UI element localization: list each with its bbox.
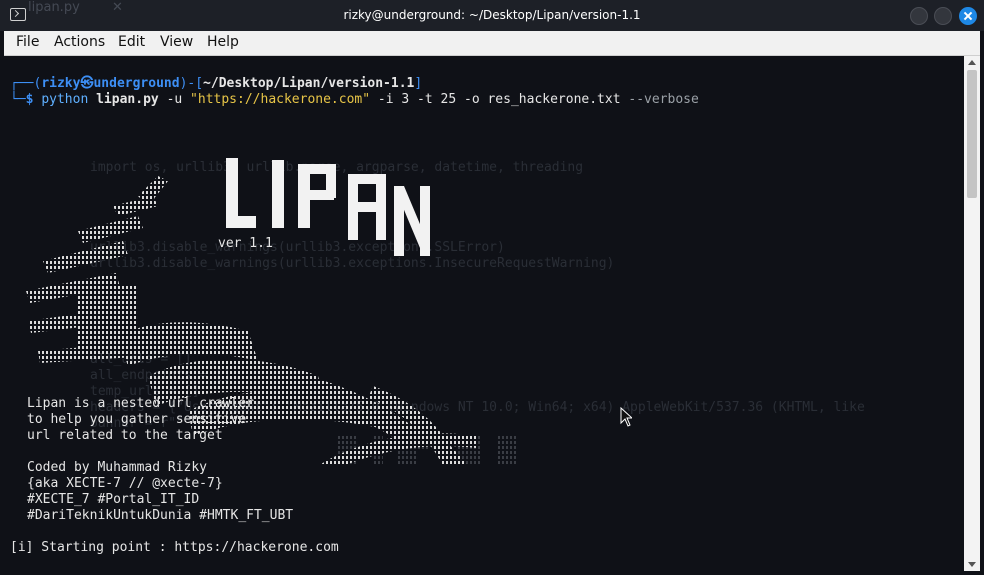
- window-title: rizky@underground: ~/Desktop/Lipan/versi…: [343, 8, 641, 22]
- prompt-dollar: $: [25, 92, 34, 107]
- command-line: └─$ python lipan.py -u "https://hackeron…: [10, 92, 699, 108]
- alias-line: {aka XECTE-7 // @xecte-7}: [27, 476, 223, 491]
- close-button[interactable]: [959, 7, 977, 25]
- menu-actions[interactable]: Actions: [50, 34, 109, 50]
- prompt-line-1: ┌──(rizky㉿underground)-[~/Desktop/Lipan/…: [10, 76, 422, 92]
- description-line-1: Lipan is a nested url crawler: [27, 396, 254, 411]
- title-bar: lipan.py ✕ rizky@underground: ~/Desktop/…: [0, 0, 984, 31]
- command-i-value: 3: [401, 92, 410, 107]
- prompt-mid: )-[: [179, 76, 204, 91]
- scroll-thumb[interactable]: [967, 70, 977, 198]
- description-line-2: to help you gather sensitive: [27, 412, 247, 427]
- starting-point-line: [i] Starting point : https://hackerone.c…: [10, 540, 339, 555]
- menu-file[interactable]: File: [12, 34, 43, 50]
- menu-view[interactable]: View: [156, 34, 197, 50]
- command-flag-t: -t: [417, 92, 433, 107]
- menu-help[interactable]: Help: [203, 34, 243, 50]
- prompt-path: ~/Desktop/Lipan/version-1.1: [203, 76, 415, 91]
- mouse-pointer-icon: [620, 407, 632, 427]
- command-o-value: res_hackerone.txt: [487, 92, 621, 107]
- tags-line-2: #DariTeknikUntukDunia #HMTK_FT_UBT: [27, 508, 294, 523]
- command-flag-i: -i: [377, 92, 394, 107]
- command-flag-o: -o: [464, 92, 480, 107]
- prompt-user: rizky: [41, 76, 81, 91]
- minimize-button[interactable]: [910, 7, 928, 25]
- command-url-arg: "https://hackerone.com": [190, 92, 371, 107]
- author-line: Coded by Muhammad Rizky: [27, 460, 208, 475]
- prompt-host: underground: [93, 76, 180, 91]
- scroll-up-icon[interactable]: [968, 60, 976, 65]
- prompt-corner: └─: [10, 92, 26, 107]
- command-flag-u: -u: [166, 92, 183, 107]
- description-line-3: url related to the target: [27, 428, 223, 443]
- prompt-at: ㉿: [80, 76, 94, 91]
- version-label: ver 1.1: [218, 236, 273, 251]
- tags-line-1: #XECTE_7 #Portal_IT_ID: [27, 492, 200, 507]
- scroll-down-icon[interactable]: [968, 562, 976, 567]
- command-script: lipan.py: [96, 92, 159, 107]
- terminal-output[interactable]: import os, urllib3, urllib.parse, argpar…: [4, 56, 964, 571]
- menu-bar: File Actions Edit View Help: [4, 31, 980, 56]
- vertical-scrollbar[interactable]: [964, 56, 980, 571]
- command-flag-verbose: --verbose: [628, 92, 699, 107]
- command-python: python: [41, 92, 89, 107]
- prompt-open: ┌──(: [10, 76, 42, 91]
- maximize-button[interactable]: [934, 7, 952, 25]
- menu-edit[interactable]: Edit: [114, 34, 149, 50]
- prompt-close: ]: [414, 76, 423, 91]
- command-t-value: 25: [440, 92, 457, 107]
